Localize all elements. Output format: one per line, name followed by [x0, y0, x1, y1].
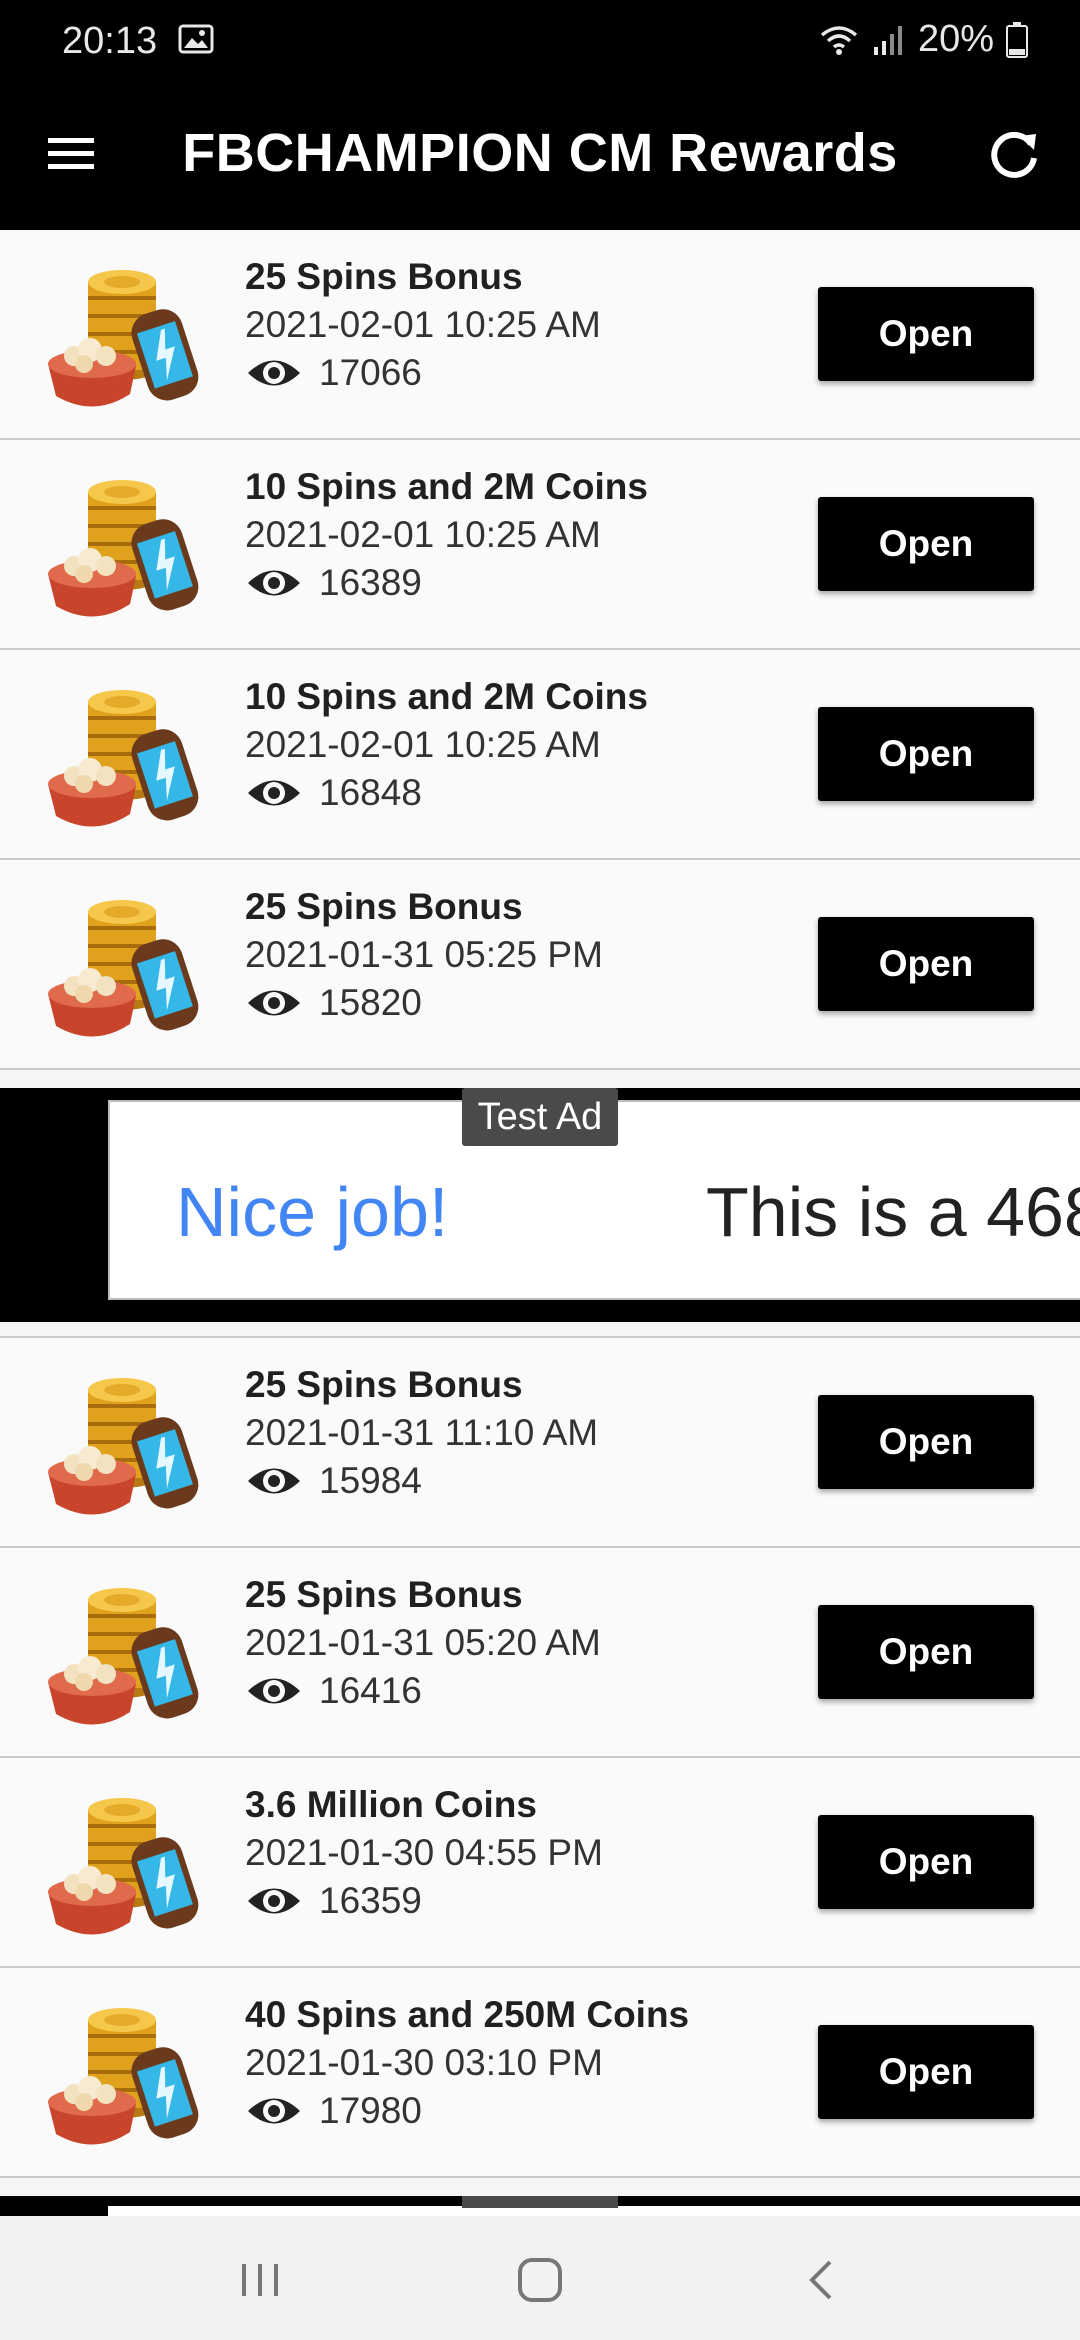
item-views: 16848: [245, 772, 422, 814]
test-ad-label: Test Ad: [462, 1088, 618, 1146]
item-views: 17066: [245, 352, 422, 394]
eye-icon: [248, 1888, 300, 1914]
back-icon[interactable]: [792, 2254, 852, 2306]
recents-icon[interactable]: [230, 2254, 290, 2306]
status-bar: 20:13 20%: [0, 0, 1080, 84]
coins-spins-thumbnail-icon: [48, 900, 204, 1037]
coins-spins-thumbnail-icon: [48, 690, 204, 827]
item-title: 25 Spins Bonus: [245, 886, 523, 927]
view-count: 16848: [319, 772, 422, 813]
item-views: 16359: [245, 1880, 422, 1922]
coins-spins-thumbnail-icon: [48, 1588, 204, 1725]
eye-icon: [248, 990, 300, 1016]
item-views: 16416: [245, 1670, 422, 1712]
coins-spins-thumbnail-icon: [48, 2008, 204, 2145]
item-views: 16389: [245, 562, 422, 604]
item-date: 2021-01-30 03:10 PM: [245, 2042, 603, 2083]
status-time: 20:13: [62, 20, 158, 62]
home-icon[interactable]: [510, 2254, 570, 2306]
open-button[interactable]: Open: [818, 917, 1034, 1011]
open-button[interactable]: Open: [818, 707, 1034, 801]
open-button[interactable]: Open: [818, 1605, 1034, 1699]
rewards-list-continued: 25 Spins Bonus 2021-01-31 11:10 AM 15984…: [0, 1336, 1080, 2178]
item-title: 3.6 Million Coins: [245, 1784, 537, 1825]
eye-icon: [248, 780, 300, 806]
list-item[interactable]: 25 Spins Bonus 2021-01-31 11:10 AM 15984…: [0, 1338, 1080, 1548]
eye-icon: [248, 360, 300, 386]
ad-banner-partial[interactable]: [0, 2196, 1080, 2216]
item-title: 25 Spins Bonus: [245, 256, 523, 297]
view-count: 15820: [319, 982, 422, 1023]
eye-icon: [248, 2098, 300, 2124]
view-count: 17980: [319, 2090, 422, 2131]
coins-spins-thumbnail-icon: [48, 480, 204, 617]
view-count: 15984: [319, 1460, 422, 1501]
item-title: 25 Spins Bonus: [245, 1574, 523, 1615]
item-date: 2021-02-01 10:25 AM: [245, 724, 601, 765]
list-item[interactable]: 25 Spins Bonus 2021-01-31 05:25 PM 15820…: [0, 860, 1080, 1070]
view-count: 17066: [319, 352, 422, 393]
item-date: 2021-01-31 05:20 AM: [245, 1622, 601, 1663]
item-date: 2021-02-01 10:25 AM: [245, 304, 601, 345]
item-date: 2021-01-31 11:10 AM: [245, 1412, 599, 1453]
open-button[interactable]: Open: [818, 1815, 1034, 1909]
rewards-list: 25 Spins Bonus 2021-02-01 10:25 AM 17066…: [0, 230, 1080, 1070]
gallery-icon: [178, 24, 214, 54]
item-views: 15820: [245, 982, 422, 1024]
list-item[interactable]: 25 Spins Bonus 2021-02-01 10:25 AM 17066…: [0, 230, 1080, 440]
coins-spins-thumbnail-icon: [48, 1798, 204, 1935]
list-item[interactable]: 3.6 Million Coins 2021-01-30 04:55 PM 16…: [0, 1758, 1080, 1968]
item-title: 10 Spins and 2M Coins: [245, 676, 648, 717]
app-title: FBCHAMPION CM Rewards: [182, 123, 898, 183]
open-button[interactable]: Open: [818, 287, 1034, 381]
item-title: 25 Spins Bonus: [245, 1364, 523, 1405]
signal-icon: [873, 25, 902, 55]
item-title: 40 Spins and 250M Coins: [245, 1994, 690, 2035]
eye-icon: [248, 570, 300, 596]
open-button[interactable]: Open: [818, 497, 1034, 591]
refresh-icon[interactable]: [984, 126, 1044, 186]
app-bar: FBCHAMPION CM Rewards: [0, 84, 1080, 230]
item-date: 2021-01-31 05:25 PM: [245, 934, 603, 975]
status-right: 20%: [818, 18, 1028, 61]
coins-spins-thumbnail-icon: [48, 270, 204, 407]
coins-spins-thumbnail-icon: [48, 1378, 204, 1515]
view-count: 16416: [319, 1670, 422, 1711]
battery-icon: [1006, 21, 1028, 58]
eye-icon: [248, 1678, 300, 1704]
item-date: 2021-01-30 04:55 PM: [245, 1832, 603, 1873]
system-nav-bar: [0, 2216, 1080, 2340]
list-item[interactable]: 10 Spins and 2M Coins 2021-02-01 10:25 A…: [0, 650, 1080, 860]
test-ad-label-partial: [462, 2196, 618, 2208]
open-button[interactable]: Open: [818, 2025, 1034, 2119]
open-button[interactable]: Open: [818, 1395, 1034, 1489]
wifi-icon: [820, 25, 858, 55]
view-count: 16359: [319, 1880, 422, 1921]
item-date: 2021-02-01 10:25 AM: [245, 514, 601, 555]
item-views: 15984: [245, 1460, 422, 1502]
list-item[interactable]: 25 Spins Bonus 2021-01-31 05:20 AM 16416…: [0, 1548, 1080, 1758]
item-views: 17980: [245, 2090, 422, 2132]
list-item[interactable]: 40 Spins and 250M Coins 2021-01-30 03:10…: [0, 1968, 1080, 2178]
ad-text: This is a 468: [706, 1173, 1080, 1251]
battery-percent: 20%: [917, 18, 994, 60]
item-title: 10 Spins and 2M Coins: [245, 466, 648, 507]
ad-headline: Nice job!: [176, 1173, 449, 1251]
view-count: 16389: [319, 562, 422, 603]
list-item[interactable]: 10 Spins and 2M Coins 2021-02-01 10:25 A…: [0, 440, 1080, 650]
eye-icon: [248, 1468, 300, 1494]
